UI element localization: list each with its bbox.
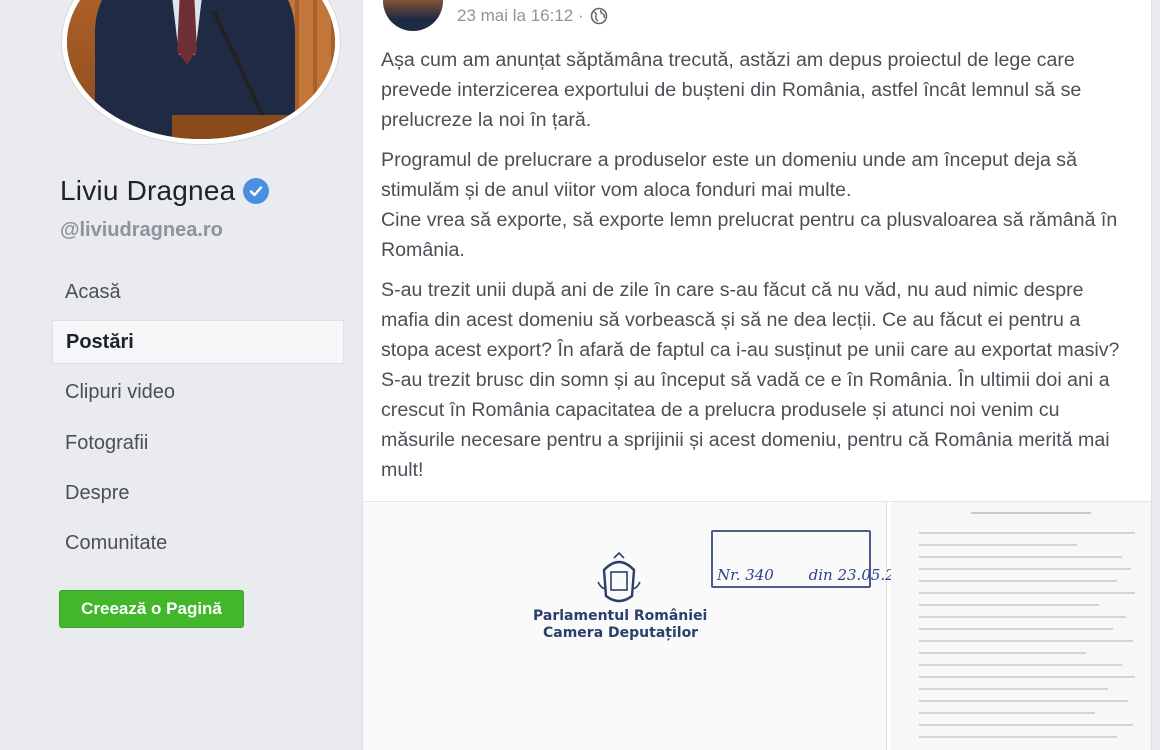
post-timestamp[interactable]: 23 mai la 16:12 · <box>457 6 584 26</box>
post-paragraph: S-au trezit unii după ani de zile în car… <box>381 279 1120 481</box>
institution-name: Parlamentul României <box>533 608 708 624</box>
nav-item-label: Fotografii <box>65 431 149 454</box>
post-header: 23 mai la 16:12 · <box>383 0 608 31</box>
page-title[interactable]: Liviu Dragnea <box>60 175 270 207</box>
page-nav: Acasă Postări Clipuri video Fotografii D… <box>52 270 344 572</box>
nav-item-postari[interactable]: Postări <box>52 320 344 365</box>
post-meta: 23 mai la 16:12 · <box>457 0 608 26</box>
attachment-document-page[interactable] <box>891 502 1151 750</box>
institution-chamber: Camera Deputaților <box>543 625 699 641</box>
verified-badge-icon <box>243 178 270 204</box>
post-card: 23 mai la 16:12 · Așa cum am anunțat săp… <box>362 0 1152 750</box>
nav-item-label: Comunitate <box>65 532 168 555</box>
post-text: Așa cum am anunțat săptămâna trecută, as… <box>381 45 1133 495</box>
stamp-number: 340 <box>745 566 774 584</box>
coat-of-arms-icon <box>597 552 641 603</box>
create-page-button[interactable]: Creează o Pagină <box>59 590 244 628</box>
nav-item-label: Clipuri video <box>65 381 176 404</box>
registration-stamp: Nr. 340 din 23.05.2019 <box>711 530 923 588</box>
page-sidebar: Liviu Dragnea @liviudragnea.ro Acasă Pos… <box>0 0 360 750</box>
attachment-document-cover[interactable]: Parlamentul României Camera Deputaților … <box>363 502 923 750</box>
nav-item-despre[interactable]: Despre <box>52 472 344 516</box>
nav-item-comunitate[interactable]: Comunitate <box>52 522 344 566</box>
post-paragraph: Programul de prelucrare a produselor est… <box>381 149 1118 261</box>
profile-picture[interactable] <box>62 0 340 144</box>
document-text-lines <box>919 502 1144 738</box>
post-attachments: Parlamentul României Camera Deputaților … <box>363 501 1151 750</box>
page-handle[interactable]: @liviudragnea.ro <box>60 219 223 242</box>
nav-item-clipuri-video[interactable]: Clipuri video <box>52 371 344 415</box>
post-paragraph: Așa cum am anunțat săptămâna trecută, as… <box>381 49 1082 131</box>
globe-icon[interactable] <box>590 7 608 25</box>
post-avatar[interactable] <box>383 0 443 31</box>
nav-item-label: Postări <box>66 330 134 353</box>
nav-item-acasa[interactable]: Acasă <box>52 270 344 314</box>
nav-item-fotografii[interactable]: Fotografii <box>52 421 344 465</box>
page-name-text[interactable]: Liviu Dragnea <box>60 175 235 207</box>
nav-item-label: Despre <box>65 482 130 505</box>
nav-item-label: Acasă <box>65 280 121 303</box>
